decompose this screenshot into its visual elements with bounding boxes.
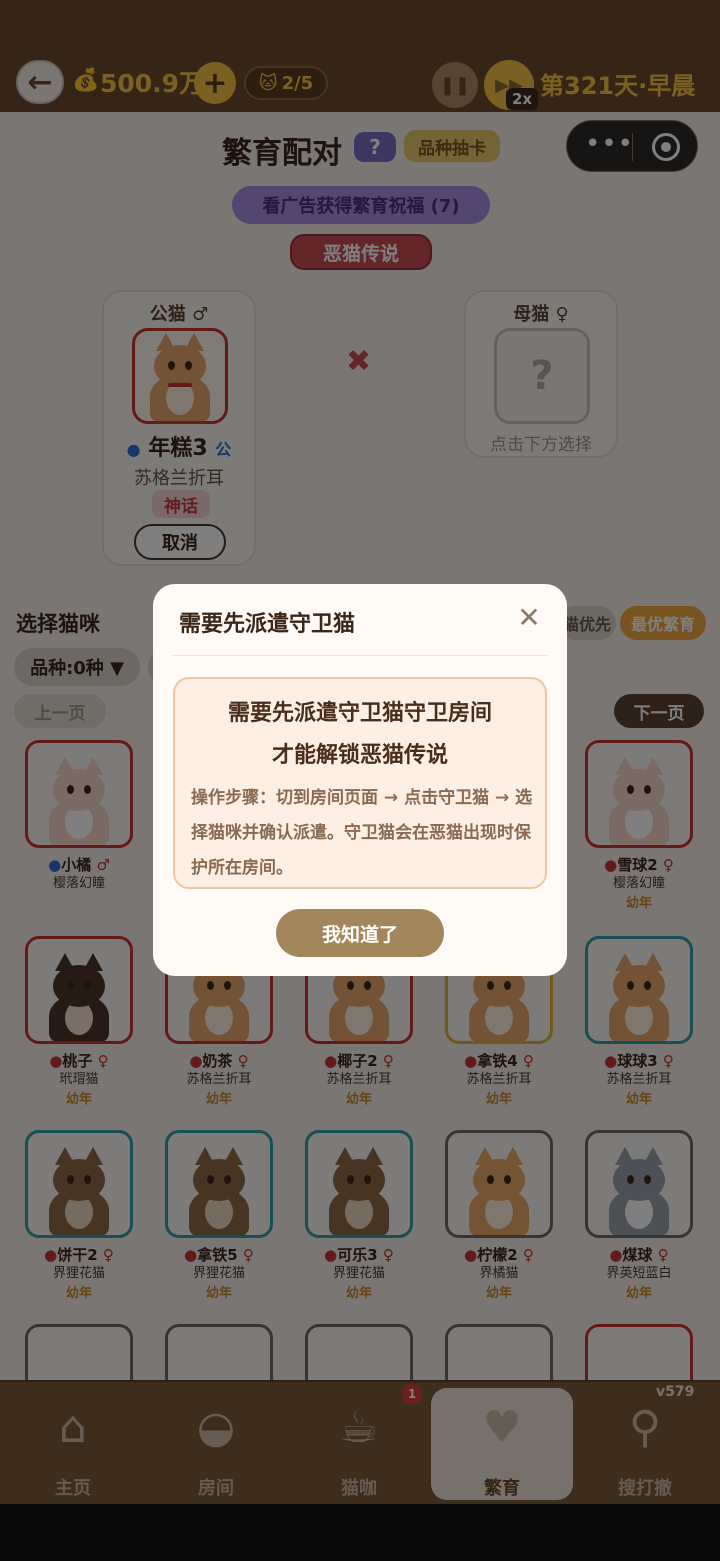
guard-cat-dialog: 需要先派遣守卫猫 ✕ 需要先派遣守卫猫守卫房间 才能解锁恶猫传说 操作步骤：切到… (153, 584, 567, 976)
dialog-divider (173, 655, 547, 656)
dialog-headline-line-1: 需要先派遣守卫猫守卫房间 (227, 701, 492, 726)
dialog-headline-line-2: 才能解锁恶猫传说 (271, 743, 448, 768)
dialog-steps: 操作步骤：切到房间页面 → 点击守卫猫 → 选择猫咪并确认派遣。守卫猫会在恶猫出… (191, 788, 533, 878)
got-it-button[interactable]: 我知道了 (276, 909, 444, 957)
dialog-headline: 需要先派遣守卫猫守卫房间 才能解锁恶猫传说 (175, 693, 545, 777)
close-icon[interactable]: ✕ (515, 604, 543, 632)
dialog-title: 需要先派遣守卫猫 (179, 612, 356, 637)
dialog-message-box: 需要先派遣守卫猫守卫房间 才能解锁恶猫传说 操作步骤：切到房间页面 → 点击守卫… (173, 677, 547, 889)
